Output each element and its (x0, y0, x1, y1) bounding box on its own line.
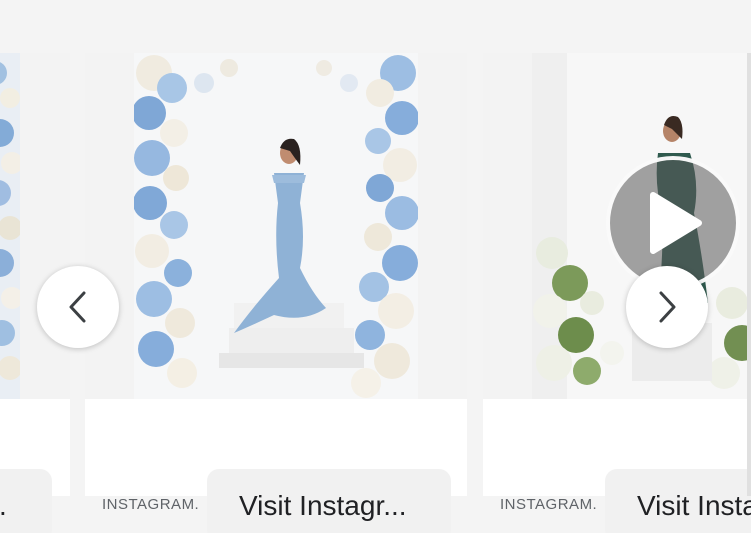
scroll-edge (747, 53, 751, 496)
visit-button[interactable]: Visit Instagr... (207, 469, 451, 533)
chevron-right-icon (659, 291, 676, 323)
card-source: INSTAGRAM.COM (102, 496, 200, 513)
visit-button[interactable]: Visit Instagram (605, 469, 751, 533)
card-image-area[interactable] (0, 53, 70, 399)
play-icon (650, 192, 702, 254)
visit-button[interactable]: … (0, 469, 52, 533)
card-source: INSTAGRAM.COM (500, 496, 598, 513)
card-footer: INSTAGRAM.COM Visit Instagram (483, 399, 751, 533)
carousel-prev-button[interactable] (37, 266, 119, 348)
chevron-left-icon (69, 291, 86, 323)
card-footer: INSTAGRAM.COM Visit Instagr... (85, 399, 467, 533)
card-footer: … (0, 399, 70, 533)
card-image-area[interactable] (85, 53, 467, 399)
result-card[interactable]: INSTAGRAM.COM Visit Instagr... (85, 53, 467, 533)
image-carousel: … (0, 0, 751, 533)
floral-photo (0, 53, 20, 399)
maternity-photo-blue-gown (134, 53, 418, 399)
carousel-next-button[interactable] (626, 266, 708, 348)
